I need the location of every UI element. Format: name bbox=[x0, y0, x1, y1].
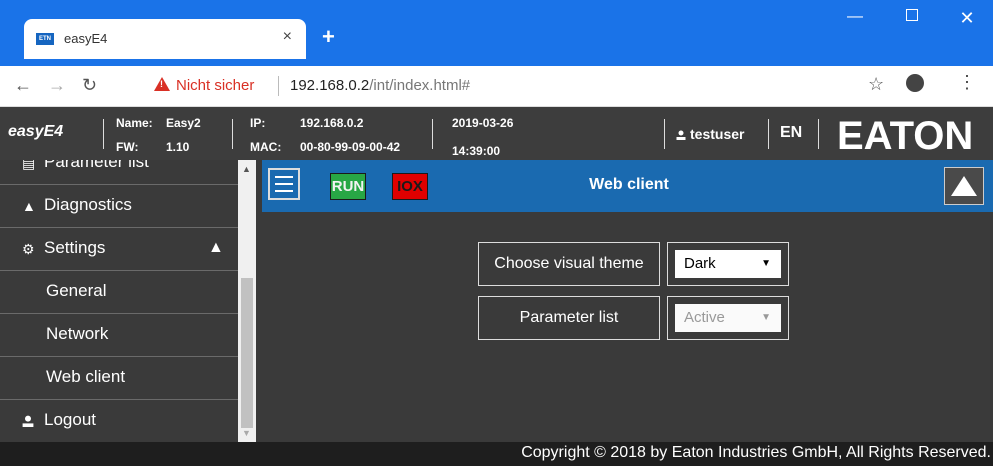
new-tab-button[interactable]: + bbox=[322, 24, 335, 50]
header-divider bbox=[768, 119, 769, 149]
header-divider bbox=[232, 119, 233, 149]
minimize-icon[interactable]: — bbox=[832, 8, 878, 26]
url-host: 192.168.0.2 bbox=[290, 77, 370, 94]
eaton-favicon-icon: ETN bbox=[36, 33, 54, 45]
parameter-select-value: Active bbox=[684, 309, 725, 326]
name-label: Name: bbox=[116, 116, 153, 130]
close-window-icon[interactable]: ✕ bbox=[944, 8, 990, 29]
list-icon: ▤ bbox=[22, 160, 36, 171]
run-status-button[interactable]: RUN bbox=[330, 173, 366, 200]
user-icon bbox=[676, 130, 686, 140]
triangle-up-icon bbox=[951, 176, 977, 196]
ip-value: 192.168.0.2 bbox=[300, 116, 364, 130]
header-divider bbox=[432, 119, 433, 149]
date-value: 2019-03-26 bbox=[452, 116, 514, 130]
header-divider bbox=[664, 119, 665, 149]
parameter-list-label: Parameter list bbox=[478, 296, 660, 340]
dropdown-arrow-icon: ▼ bbox=[761, 258, 771, 269]
header-divider bbox=[103, 119, 104, 149]
sidebar-subitem-web-client[interactable]: Web client bbox=[0, 357, 238, 400]
reload-icon[interactable]: ↻ bbox=[82, 75, 97, 96]
browser-titlebar: ETN easyE4 × + — ✕ bbox=[0, 0, 993, 66]
sidebar-item-label: Network bbox=[46, 324, 109, 343]
svg-text:EATON: EATON bbox=[837, 115, 973, 153]
main-content: Choose visual theme Dark ▼ Parameter lis… bbox=[262, 212, 993, 442]
warning-icon: ! bbox=[154, 77, 170, 91]
theme-select[interactable]: Dark ▼ bbox=[675, 250, 781, 278]
sidebar-subitem-network[interactable]: Network bbox=[0, 314, 238, 357]
tab-title: easyE4 bbox=[64, 31, 108, 46]
eaton-logo: EATON bbox=[837, 115, 973, 153]
sidebar-item-label: Settings bbox=[44, 238, 106, 257]
theme-select-frame: Dark ▼ bbox=[667, 242, 789, 286]
user-icon bbox=[22, 415, 34, 427]
sidebar-item-label: Logout bbox=[44, 410, 96, 429]
sidebar-item-label: Diagnostics bbox=[44, 195, 132, 214]
scrollbar-thumb[interactable] bbox=[241, 278, 253, 428]
tab-close-icon[interactable]: × bbox=[283, 28, 292, 46]
user-menu[interactable]: testuser bbox=[676, 126, 744, 142]
collapse-triangle-icon[interactable]: ▲ bbox=[208, 239, 224, 257]
header-divider bbox=[818, 119, 819, 149]
brand-label: easyE4 bbox=[8, 123, 64, 140]
copyright-text: Copyright © 2018 by Eaton Industries Gmb… bbox=[521, 444, 991, 461]
main-toolbar: RUN IOX Web client bbox=[262, 160, 993, 212]
page-title: Web client bbox=[589, 176, 669, 193]
fw-label: FW: bbox=[116, 140, 139, 154]
address-divider bbox=[278, 76, 279, 96]
sidebar-item-diagnostics[interactable]: ▲ Diagnostics bbox=[0, 185, 238, 228]
theme-select-value: Dark bbox=[684, 255, 716, 272]
sidebar-item-label: Web client bbox=[46, 367, 126, 386]
security-warning-label[interactable]: Nicht sicher bbox=[176, 77, 254, 94]
dropdown-arrow-icon: ▼ bbox=[761, 312, 771, 323]
sidebar-item-settings[interactable]: ⚙ Settings ▲ bbox=[0, 228, 238, 271]
ip-label: IP: bbox=[250, 116, 266, 130]
time-value: 14:39:00 bbox=[452, 144, 501, 158]
sidebar-item-label: Parameter list bbox=[44, 160, 149, 171]
scroll-down-icon[interactable]: ▼ bbox=[242, 428, 251, 438]
sidebar-subitem-general[interactable]: General bbox=[0, 271, 238, 314]
fw-value: 1.10 bbox=[166, 140, 190, 154]
browser-tab[interactable]: ETN easyE4 × bbox=[24, 19, 306, 59]
url-text[interactable]: 192.168.0.2/int/index.html# bbox=[290, 77, 470, 94]
hamburger-menu-icon[interactable] bbox=[268, 168, 300, 200]
scroll-top-button[interactable] bbox=[944, 167, 984, 205]
parameter-select-frame: Active ▼ bbox=[667, 296, 789, 340]
gear-icon: ⚙ bbox=[22, 241, 35, 257]
warning-icon: ▲ bbox=[22, 198, 36, 214]
name-value: Easy2 bbox=[166, 116, 201, 130]
footer: Copyright © 2018 by Eaton Industries Gmb… bbox=[0, 442, 993, 466]
mac-value: 00-80-99-09-00-42 bbox=[300, 140, 401, 154]
maximize-icon[interactable] bbox=[889, 8, 935, 26]
sidebar-item-parameter-list[interactable]: ▤ Parameter list bbox=[0, 160, 238, 185]
bookmark-star-icon[interactable]: ☆ bbox=[868, 74, 884, 95]
sidebar-item-logout[interactable]: Logout bbox=[0, 400, 238, 442]
sidebar: ▤ Parameter list ▲ Diagnostics ⚙ Setting… bbox=[0, 160, 238, 442]
browser-toolbar: ← → ↻ ! Nicht sicher 192.168.0.2/int/ind… bbox=[0, 66, 993, 107]
iox-status-button[interactable]: IOX bbox=[392, 173, 428, 200]
theme-label: Choose visual theme bbox=[478, 242, 660, 286]
url-path: /int/index.html# bbox=[369, 77, 471, 94]
sidebar-item-label: General bbox=[46, 281, 107, 300]
back-arrow-icon[interactable]: ← bbox=[14, 75, 32, 96]
app-header: easyE4 Name: Easy2 FW: 1.10 IP: 192.168.… bbox=[0, 107, 993, 160]
forward-arrow-icon[interactable]: → bbox=[48, 75, 66, 96]
scroll-up-icon[interactable]: ▲ bbox=[242, 164, 251, 174]
username-label: testuser bbox=[690, 126, 745, 142]
mac-label: MAC: bbox=[250, 140, 282, 154]
language-selector[interactable]: EN bbox=[780, 124, 802, 142]
address-bar[interactable]: ! Nicht sicher 192.168.0.2/int/index.htm… bbox=[142, 72, 852, 100]
parameter-list-select[interactable]: Active ▼ bbox=[675, 304, 781, 332]
sidebar-scrollbar[interactable]: ▲ ▼ bbox=[238, 160, 256, 442]
account-icon[interactable] bbox=[906, 74, 924, 92]
browser-menu-icon[interactable]: ⋮ bbox=[958, 72, 976, 93]
